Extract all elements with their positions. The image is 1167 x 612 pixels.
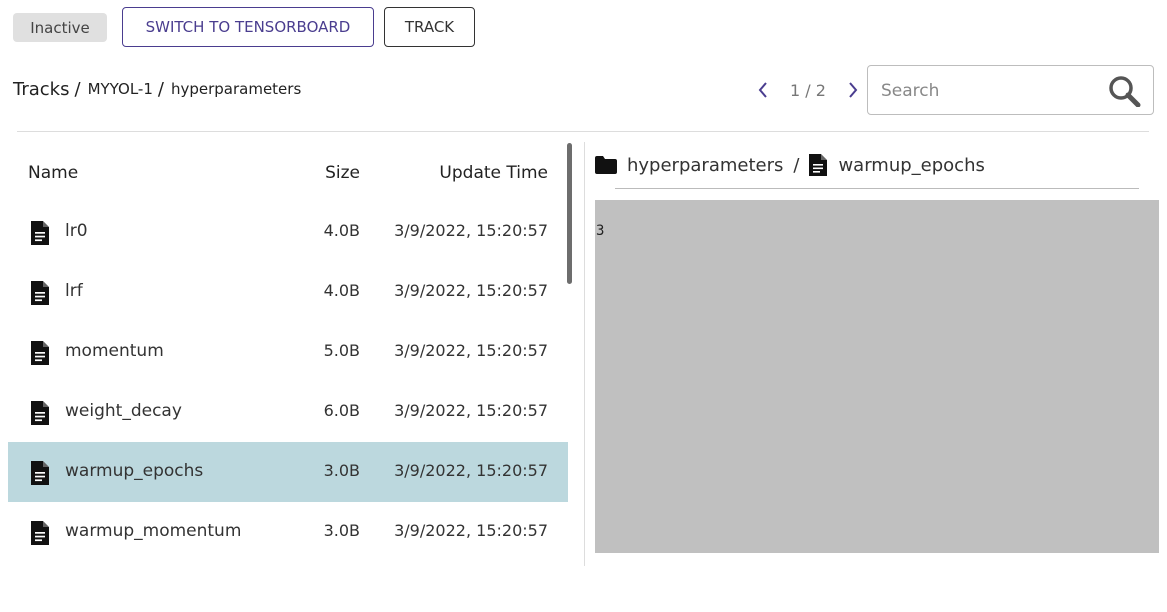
file-icon: [30, 341, 50, 365]
file-icon: [809, 154, 828, 176]
preview-file-name: warmup_epochs: [838, 154, 985, 176]
update-time-cell: 3/9/2022, 15:20:57: [394, 221, 548, 240]
breadcrumb: Tracks / MYYOL-1 / hyperparameters: [13, 76, 301, 102]
header-divider: [17, 131, 1149, 132]
file-name-cell: weight_decay: [65, 401, 182, 421]
breadcrumb-separator: /: [74, 78, 81, 100]
chevron-left-icon[interactable]: [752, 77, 774, 103]
track-button[interactable]: TRACK: [384, 7, 475, 47]
column-header-size[interactable]: Size: [325, 163, 360, 183]
file-size-cell: 4.0B: [323, 281, 360, 300]
file-name-cell: lrf: [65, 281, 83, 301]
file-icon: [30, 401, 50, 425]
file-name-cell: warmup_epochs: [65, 461, 204, 481]
file-content-preview: 3: [595, 200, 1159, 553]
table-row[interactable]: lrf 4.0B 3/9/2022, 15:20:57: [8, 262, 568, 322]
table-row[interactable]: warmup_epochs 3.0B 3/9/2022, 15:20:57: [8, 442, 568, 502]
switch-to-tensorboard-button[interactable]: SWITCH TO TENSORBOARD: [122, 7, 374, 47]
status-badge: Inactive: [13, 13, 107, 42]
update-time-cell: 3/9/2022, 15:20:57: [394, 281, 548, 300]
panel-divider: [584, 142, 585, 566]
update-time-cell: 3/9/2022, 15:20:57: [394, 341, 548, 360]
preview-path-underline: [615, 188, 1139, 189]
file-size-cell: 6.0B: [323, 401, 360, 420]
column-header-name[interactable]: Name: [28, 163, 78, 183]
column-header-update-time[interactable]: Update Time: [439, 163, 548, 183]
file-icon: [30, 221, 50, 245]
table-row[interactable]: momentum 5.0B 3/9/2022, 15:20:57: [8, 322, 568, 382]
breadcrumb-item-track[interactable]: MYYOL-1: [88, 80, 153, 98]
file-icon: [30, 461, 50, 485]
file-name-cell: warmup_momentum: [65, 521, 242, 541]
page-indicator: 1 / 2: [790, 80, 826, 100]
search-icon[interactable]: [1108, 75, 1142, 108]
table-row[interactable]: warmup_momentum 3.0B 3/9/2022, 15:20:57: [8, 502, 568, 562]
preview-path-separator: /: [793, 154, 800, 176]
breadcrumb-separator: /: [157, 78, 164, 100]
preview-path: hyperparameters / warmup_epochs: [595, 152, 985, 178]
preview-folder-name[interactable]: hyperparameters: [627, 155, 783, 176]
search-field[interactable]: [867, 65, 1154, 115]
file-name-cell: lr0: [65, 221, 88, 241]
file-size-cell: 3.0B: [323, 521, 360, 540]
update-time-cell: 3/9/2022, 15:20:57: [394, 401, 548, 420]
folder-icon: [595, 156, 617, 174]
file-table: Name Size Update Time lr0 4.0B 3/9/2022, 1…: [8, 142, 568, 566]
update-time-cell: 3/9/2022, 15:20:57: [394, 461, 548, 480]
table-row[interactable]: lr0 4.0B 3/9/2022, 15:20:57: [8, 202, 568, 262]
file-size-cell: 5.0B: [323, 341, 360, 360]
scrollbar[interactable]: [567, 143, 572, 284]
search-input[interactable]: [881, 79, 1101, 103]
pagination: 1 / 2: [752, 77, 864, 103]
chevron-right-icon[interactable]: [842, 77, 864, 103]
breadcrumb-item-folder: hyperparameters: [170, 80, 302, 98]
breadcrumb-root-link[interactable]: Tracks: [13, 79, 69, 100]
file-icon: [30, 521, 50, 545]
file-size-cell: 3.0B: [323, 461, 360, 480]
table-row[interactable]: weight_decay 6.0B 3/9/2022, 15:20:57: [8, 382, 568, 442]
file-name-cell: momentum: [65, 341, 164, 361]
file-icon: [30, 281, 50, 305]
table-header: Name Size Update Time: [8, 142, 568, 202]
file-size-cell: 4.0B: [323, 221, 360, 240]
update-time-cell: 3/9/2022, 15:20:57: [394, 521, 548, 540]
